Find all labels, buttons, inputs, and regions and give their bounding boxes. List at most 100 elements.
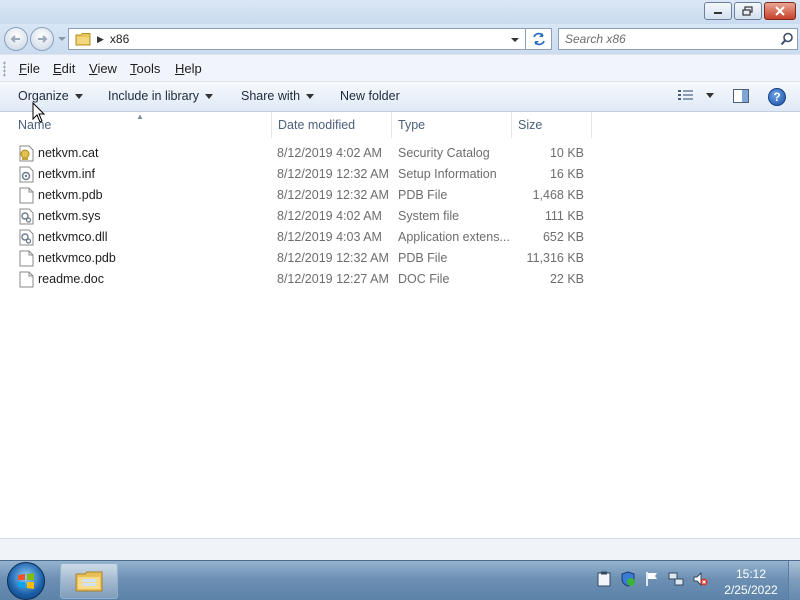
- new-folder-button[interactable]: New folder: [340, 89, 400, 103]
- minimize-button[interactable]: [704, 2, 732, 20]
- chevron-down-icon[interactable]: [706, 92, 714, 98]
- restore-icon: [742, 6, 753, 16]
- file-row[interactable]: netkvm.cat 8/12/2019 4:02 AM Security Ca…: [0, 143, 800, 164]
- column-date-label: Date modified: [278, 118, 356, 132]
- breadcrumb-current-folder[interactable]: x86: [110, 32, 129, 46]
- file-type: System file: [398, 209, 460, 223]
- blank-file-icon: [19, 250, 34, 267]
- refresh-button[interactable]: [526, 28, 552, 50]
- refresh-icon: [532, 32, 545, 46]
- menu-file[interactable]: File: [19, 61, 40, 76]
- include-in-library-button[interactable]: Include in library: [108, 89, 214, 103]
- restore-button[interactable]: [734, 2, 762, 20]
- volume-muted-icon[interactable]: [692, 571, 708, 587]
- file-type: Security Catalog: [398, 146, 490, 160]
- clock-date: 2/25/2022: [724, 583, 778, 597]
- file-row[interactable]: netkvm.sys 8/12/2019 4:02 AM System file…: [0, 206, 800, 227]
- search-input[interactable]: [565, 29, 777, 49]
- file-name: readme.doc: [38, 272, 105, 286]
- column-header-type[interactable]: Type: [392, 112, 512, 138]
- file-type: DOC File: [398, 272, 450, 286]
- file-row[interactable]: netkvm.inf 8/12/2019 12:32 AM Setup Info…: [0, 164, 800, 185]
- column-header-row: ▲ Name Date modified Type Size: [0, 112, 800, 138]
- menu-view-label: iew: [97, 61, 117, 76]
- file-size: 1,468 KB: [532, 188, 584, 202]
- blank-file-icon: [19, 271, 34, 288]
- file-type: Setup Information: [398, 167, 497, 181]
- help-button[interactable]: ?: [768, 88, 786, 106]
- shield-tray-icon[interactable]: [620, 571, 636, 587]
- file-date-modified: 8/12/2019 4:03 AM: [277, 230, 382, 244]
- column-header-date-modified[interactable]: Date modified: [272, 112, 392, 138]
- menu-help[interactable]: Help: [175, 61, 202, 76]
- chevron-down-icon: [205, 93, 214, 99]
- file-row[interactable]: netkvmco.pdb 8/12/2019 12:32 AM PDB File…: [0, 248, 800, 269]
- file-size: 652 KB: [542, 230, 584, 244]
- change-view-button[interactable]: [678, 89, 714, 101]
- menu-grip: [3, 61, 6, 77]
- file-size: 22 KB: [549, 272, 584, 286]
- file-row[interactable]: netkvmco.dll 8/12/2019 4:03 AM Applicati…: [0, 227, 800, 248]
- file-name: netkvm.cat: [38, 146, 99, 160]
- back-arrow-icon: [10, 35, 20, 43]
- menu-view[interactable]: View: [89, 61, 117, 76]
- details-view-icon: [678, 90, 693, 100]
- file-date-modified: 8/12/2019 4:02 AM: [277, 146, 382, 160]
- search-box[interactable]: [558, 28, 798, 50]
- breadcrumb-separator-icon[interactable]: ▶: [97, 34, 104, 45]
- address-bar[interactable]: ▶ x86: [68, 28, 526, 50]
- new-folder-label: New folder: [340, 89, 400, 103]
- navigation-bar: ▶ x86: [0, 24, 800, 54]
- column-type-label: Type: [398, 118, 426, 132]
- include-in-library-label: Include in library: [108, 89, 200, 103]
- back-button[interactable]: [4, 27, 28, 51]
- file-name: netkvmco.dll: [38, 230, 108, 244]
- forward-button[interactable]: [30, 27, 54, 51]
- file-date-modified: 8/12/2019 4:02 AM: [277, 209, 382, 223]
- organize-button[interactable]: Organize: [18, 89, 83, 103]
- system-clock[interactable]: 15:12 2/25/2022: [720, 566, 782, 598]
- menu-edit-mnemonic: E: [53, 61, 62, 76]
- search-icon[interactable]: [777, 32, 797, 46]
- menu-help-label: elp: [184, 61, 202, 76]
- share-with-label: Share with: [241, 89, 301, 103]
- file-date-modified: 8/12/2019 12:32 AM: [277, 251, 389, 265]
- chevron-down-icon: [74, 93, 83, 99]
- organize-label: Organize: [18, 89, 69, 103]
- address-history-dropdown[interactable]: [509, 33, 521, 47]
- file-date-modified: 8/12/2019 12:32 AM: [277, 188, 389, 202]
- column-header-name[interactable]: Name: [12, 112, 272, 138]
- column-size-label: Size: [518, 118, 543, 132]
- folder-icon: [75, 33, 91, 46]
- file-size: 111 KB: [544, 209, 584, 223]
- network-tray-icon[interactable]: [668, 571, 684, 587]
- file-name: netkvm.inf: [38, 167, 95, 181]
- show-desktop-button[interactable]: [788, 561, 800, 600]
- action-center-flag-icon[interactable]: [644, 571, 660, 587]
- window-title-bar: [0, 0, 800, 24]
- column-header-size[interactable]: Size: [512, 112, 592, 138]
- menu-tools[interactable]: Tools: [130, 61, 160, 76]
- status-bar: [0, 538, 800, 560]
- catalog-file-icon: [19, 145, 34, 162]
- command-bar: Organize Include in library Share with N…: [0, 82, 800, 112]
- start-button[interactable]: [7, 562, 45, 600]
- clipboard-tray-icon[interactable]: [596, 571, 612, 587]
- file-type: PDB File: [398, 188, 448, 202]
- windows-logo-icon: [18, 573, 34, 589]
- close-icon: [775, 6, 785, 16]
- windows-explorer-icon: [75, 571, 103, 592]
- file-row[interactable]: netkvm.pdb 8/12/2019 12:32 AM PDB File 1…: [0, 185, 800, 206]
- preview-pane-button[interactable]: [733, 89, 749, 103]
- share-with-button[interactable]: Share with: [241, 89, 315, 103]
- file-row[interactable]: readme.doc 8/12/2019 12:27 AM DOC File 2…: [0, 269, 800, 290]
- taskbar-windows-explorer-button[interactable]: [60, 563, 118, 599]
- menu-edit[interactable]: Edit: [53, 61, 75, 76]
- file-date-modified: 8/12/2019 12:32 AM: [277, 167, 389, 181]
- recent-pages-dropdown[interactable]: [58, 34, 66, 44]
- menu-file-mnemonic: F: [19, 61, 27, 76]
- mouse-cursor-icon: [32, 102, 46, 123]
- setup-info-file-icon: [19, 166, 34, 183]
- close-button[interactable]: [764, 2, 796, 20]
- menu-edit-label: dit: [61, 61, 76, 76]
